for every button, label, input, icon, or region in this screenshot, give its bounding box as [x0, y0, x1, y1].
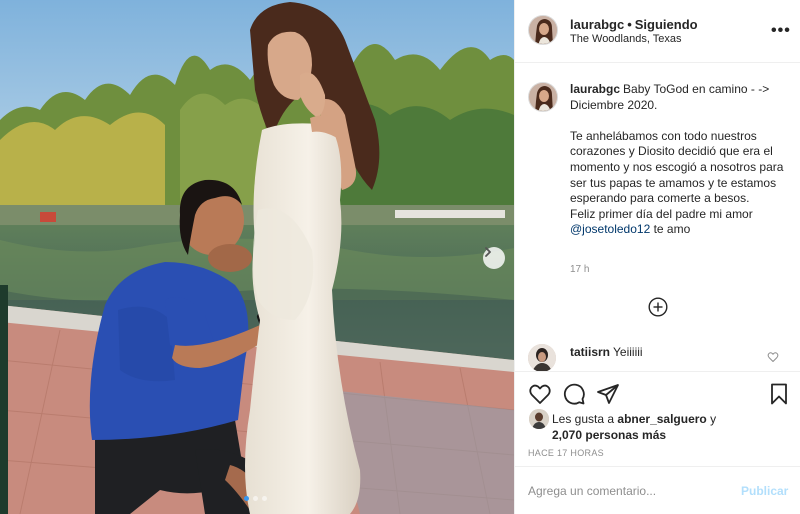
comment-text: Yeiiiiii	[613, 345, 643, 359]
save-button[interactable]	[767, 382, 791, 406]
carousel-dot	[262, 496, 267, 501]
caption-timestamp[interactable]: 17 h	[570, 264, 589, 275]
location-link[interactable]: The Woodlands, Texas	[570, 33, 682, 45]
carousel-dot-active	[244, 496, 249, 501]
comment-button[interactable]	[562, 382, 586, 406]
more-horizontal-icon: •••	[771, 22, 791, 39]
comment-bubble-icon	[563, 383, 585, 405]
post-date[interactable]: HACE 17 HORAS	[528, 448, 604, 458]
likes-user-link[interactable]: abner_salguero	[617, 412, 706, 426]
heart-outline-icon	[529, 384, 551, 404]
likes-prefix: Les gusta a	[552, 412, 615, 426]
caption-line-2: Te anhelábamos con todo nuestros corazon…	[570, 128, 784, 206]
likes-conjunction: y	[710, 412, 717, 426]
comment-item: tatiisrn Yeiiiiii	[570, 345, 643, 359]
caption-line-3-end: te amo	[653, 222, 691, 237]
chevron-right-icon	[485, 247, 491, 257]
like-button[interactable]	[528, 382, 552, 406]
more-options-button[interactable]: •••	[771, 22, 791, 40]
post-image	[0, 0, 514, 514]
caption-line-3: Feliz primer día del padre mi amor	[570, 206, 753, 221]
carousel-next-button[interactable]	[483, 247, 505, 269]
add-comment-bar: Publicar	[515, 466, 800, 514]
follow-status-button[interactable]: Siguiendo	[635, 17, 698, 32]
carousel-dot	[253, 496, 258, 501]
likes-summary: Les gusta a abner_salguero y 2,070 perso…	[552, 411, 716, 443]
post-header: laurabgc • Siguiendo The Woodlands, Texas …	[515, 0, 800, 63]
plus-circle-icon	[648, 297, 668, 317]
comment-avatar[interactable]	[528, 344, 556, 372]
post-photo[interactable]	[0, 0, 514, 514]
liker-avatar[interactable]	[529, 409, 549, 429]
comment-username[interactable]: tatiisrn	[570, 345, 610, 359]
header-username[interactable]: laurabgc	[570, 17, 624, 32]
share-button[interactable]	[596, 382, 620, 406]
header-separator: •	[627, 17, 632, 32]
avatar[interactable]	[528, 15, 558, 45]
bookmark-icon	[771, 383, 787, 405]
likes-count-link[interactable]: 2,070 personas más	[552, 428, 666, 442]
post-caption: laurabgc Baby ToGod en camino - -> Diciem…	[570, 82, 792, 238]
comment-like-button[interactable]	[767, 350, 779, 362]
publish-button[interactable]: Publicar	[741, 484, 788, 498]
caption-mention-link[interactable]: @josetoledo12	[570, 222, 650, 236]
header-user-line: laurabgc • Siguiendo	[570, 17, 698, 32]
carousel-dots	[244, 496, 267, 501]
action-bar	[515, 371, 800, 415]
caption-avatar[interactable]	[528, 82, 558, 112]
load-more-comments-button[interactable]	[648, 297, 668, 317]
comment-input[interactable]	[528, 480, 728, 502]
caption-username[interactable]: laurabgc	[570, 82, 620, 96]
heart-outline-icon	[767, 352, 779, 362]
paper-plane-icon	[597, 384, 619, 404]
post-side-panel: laurabgc • Siguiendo The Woodlands, Texas …	[514, 0, 800, 514]
